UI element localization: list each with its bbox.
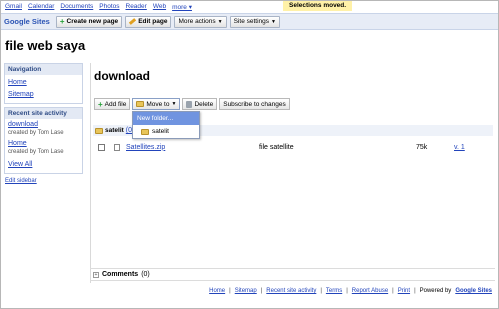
file-name-link[interactable]: Satellites.zip bbox=[126, 144, 259, 151]
navigation-header: Navigation bbox=[5, 64, 82, 75]
footer-separator: | bbox=[229, 288, 231, 294]
footer-separator: | bbox=[392, 288, 394, 294]
site-settings-label: Site settings bbox=[233, 18, 270, 25]
sidebar-item-sitemap[interactable]: Sitemap bbox=[8, 91, 34, 98]
gbar-link-documents[interactable]: Documents bbox=[60, 3, 93, 10]
footer-link-report-abuse[interactable]: Report Abuse bbox=[352, 288, 388, 294]
sites-toolbar: Google Sites + Create new page Edit page… bbox=[1, 13, 498, 30]
add-file-button[interactable]: + Add file bbox=[94, 98, 131, 110]
chevron-down-icon: ▼ bbox=[271, 18, 276, 25]
gbar-link-photos[interactable]: Photos bbox=[99, 3, 119, 10]
gbar-link-web[interactable]: Web bbox=[153, 3, 166, 10]
edit-page-label: Edit page bbox=[138, 18, 168, 25]
status-notice: Selections moved. bbox=[283, 1, 353, 11]
activity-item: download created by Tom Lase bbox=[8, 121, 79, 137]
footer-separator: | bbox=[320, 288, 322, 294]
activity-byline: created by Tom Lase bbox=[8, 149, 64, 155]
footer-link-terms[interactable]: Terms bbox=[326, 288, 342, 294]
folder-name: satelit bbox=[105, 127, 124, 134]
footer-separator: | bbox=[346, 288, 348, 294]
expand-icon[interactable]: + bbox=[93, 271, 99, 278]
menu-item-new-folder[interactable]: New folder... bbox=[133, 112, 199, 125]
menu-item-satelit[interactable]: satelit bbox=[133, 125, 199, 138]
footer-link-recent-activity[interactable]: Recent site activity bbox=[266, 288, 316, 294]
activity-byline: created by Tom Lase bbox=[8, 130, 64, 136]
trash-icon bbox=[186, 100, 193, 108]
recent-activity-header: Recent site activity bbox=[5, 108, 82, 119]
file-description: file satellite bbox=[259, 143, 294, 151]
delete-label: Delete bbox=[194, 100, 214, 108]
footer-link-print[interactable]: Print bbox=[398, 288, 410, 294]
gbar-link-reader[interactable]: Reader bbox=[126, 3, 147, 10]
folder-icon bbox=[136, 101, 145, 107]
create-page-button[interactable]: + Create new page bbox=[55, 15, 123, 28]
gbar-more-menu[interactable]: more ▾ bbox=[172, 3, 192, 11]
more-actions-label: More actions bbox=[178, 18, 216, 25]
move-to-button[interactable]: Move to ▼ bbox=[132, 98, 181, 110]
site-settings-button[interactable]: Site settings ▼ bbox=[229, 15, 280, 28]
delete-button[interactable]: Delete bbox=[182, 98, 218, 110]
footer-link-sitemap[interactable]: Sitemap bbox=[235, 288, 257, 294]
move-to-dropdown: New folder... satelit bbox=[132, 111, 200, 139]
create-page-label: Create new page bbox=[66, 18, 119, 25]
file-checkbox[interactable] bbox=[98, 143, 105, 151]
file-version-link[interactable]: v. 1 bbox=[454, 144, 465, 151]
satelit-label: satelit bbox=[152, 128, 169, 135]
move-to-label: Move to bbox=[146, 100, 170, 108]
edit-page-button[interactable]: Edit page bbox=[125, 15, 172, 28]
footer-separator: | bbox=[414, 288, 416, 294]
site-title[interactable]: file web saya bbox=[5, 38, 85, 53]
powered-by-google-sites-link[interactable]: Google Sites bbox=[455, 288, 492, 294]
activity-item: Home created by Tom Lase bbox=[8, 140, 79, 156]
plus-icon: + bbox=[59, 17, 65, 26]
footer-separator: | bbox=[260, 288, 263, 294]
sidebar: Navigation Home Sitemap Recent site acti… bbox=[4, 63, 83, 184]
page-title: download bbox=[94, 69, 150, 83]
footer: Home | Sitemap | Recent site activity | … bbox=[209, 288, 492, 294]
subscribe-button[interactable]: Subscribe to changes bbox=[219, 98, 290, 110]
edit-sidebar-link[interactable]: Edit sidebar bbox=[5, 178, 37, 184]
add-file-label: Add file bbox=[104, 100, 127, 108]
powered-by-label: Powered by bbox=[419, 288, 452, 294]
table-row: Satellites.zip file satellite 75k v. 1 bbox=[91, 140, 491, 154]
subscribe-label: Subscribe to changes bbox=[223, 100, 286, 108]
file-size: 75k bbox=[416, 143, 428, 151]
sidebar-item-home[interactable]: Home bbox=[8, 79, 27, 86]
comments-label: Comments bbox=[102, 271, 139, 278]
gbar-link-calendar[interactable]: Calendar bbox=[28, 3, 54, 10]
gbar-link-gmail[interactable]: Gmail bbox=[5, 3, 22, 10]
navigation-box: Navigation Home Sitemap bbox=[4, 63, 83, 104]
chevron-down-icon: ▼ bbox=[217, 18, 223, 25]
activity-link-download[interactable]: download bbox=[8, 121, 38, 128]
more-actions-button[interactable]: More actions ▼ bbox=[174, 15, 227, 28]
google-sites-logo[interactable]: Google Sites bbox=[4, 17, 50, 26]
google-bar: Gmail Calendar Documents Photos Reader W… bbox=[1, 1, 498, 12]
pencil-icon bbox=[129, 18, 137, 25]
file-toolbar: + Add file Move to ▼ Delete Subscribe to… bbox=[94, 98, 290, 110]
footer-link-home[interactable]: Home bbox=[209, 288, 225, 294]
file-icon bbox=[114, 143, 120, 151]
main-content: download + Add file Move to ▼ Delete Sub… bbox=[90, 63, 495, 283]
comments-count: (0) bbox=[141, 271, 150, 278]
view-all-link[interactable]: View All bbox=[8, 161, 32, 168]
comments-bar[interactable]: + Comments (0) bbox=[90, 268, 495, 281]
recent-activity-box: Recent site activity download created by… bbox=[4, 107, 83, 174]
chevron-down-icon: ▼ bbox=[171, 101, 177, 107]
folder-icon bbox=[141, 128, 149, 135]
plus-icon: + bbox=[98, 99, 103, 109]
folder-icon bbox=[95, 127, 103, 134]
activity-link-home[interactable]: Home bbox=[8, 140, 27, 147]
new-folder-label: New folder... bbox=[137, 115, 174, 122]
